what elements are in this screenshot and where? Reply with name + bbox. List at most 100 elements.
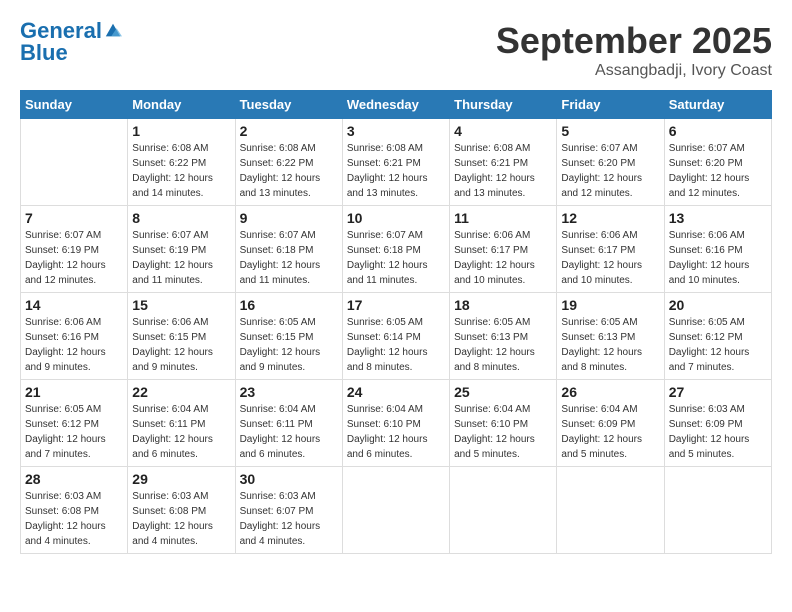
day-number: 1 [132, 123, 230, 139]
header-day: Tuesday [235, 91, 342, 119]
day-number: 24 [347, 384, 445, 400]
calendar-cell: 7Sunrise: 6:07 AM Sunset: 6:19 PM Daylig… [21, 206, 128, 293]
day-number: 15 [132, 297, 230, 313]
header-day: Wednesday [342, 91, 449, 119]
calendar-cell: 12 Sunrise: 6:06 AM Sunset: 6:17 PM Dayli… [557, 206, 664, 293]
day-number: 12 [561, 210, 659, 226]
calendar-cell: 26 Sunrise: 6:04 AM Sunset: 6:09 PM Dayli… [557, 380, 664, 467]
calendar-cell: 24 Sunrise: 6:04 AM Sunset: 6:10 PM Dayli… [342, 380, 449, 467]
calendar-cell: 5Sunrise: 6:07 AM Sunset: 6:20 PM Daylig… [557, 119, 664, 206]
day-info: Sunrise: 6:08 AM Sunset: 6:21 PM Dayligh… [454, 141, 552, 201]
day-info: Sunrise: 6:06 AM Sunset: 6:16 PM Dayligh… [669, 228, 767, 288]
day-number: 18 [454, 297, 552, 313]
day-info: Sunrise: 6:06 AM Sunset: 6:17 PM Dayligh… [454, 228, 552, 288]
day-info: Sunrise: 6:07 AM Sunset: 6:19 PM Dayligh… [132, 228, 230, 288]
day-info: Sunrise: 6:03 AM Sunset: 6:08 PM Dayligh… [25, 489, 123, 549]
header-row: SundayMondayTuesdayWednesdayThursdayFrid… [21, 91, 772, 119]
calendar-cell: 22Sunrise: 6:04 AM Sunset: 6:11 PM Dayli… [128, 380, 235, 467]
calendar-cell: 16 Sunrise: 6:05 AM Sunset: 6:15 PM Dayli… [235, 293, 342, 380]
month-title: September 2025 [496, 20, 772, 62]
day-number: 6 [669, 123, 767, 139]
calendar-cell: 2 Sunrise: 6:08 AM Sunset: 6:22 PM Daylig… [235, 119, 342, 206]
day-info: Sunrise: 6:05 AM Sunset: 6:13 PM Dayligh… [454, 315, 552, 375]
day-info: Sunrise: 6:04 AM Sunset: 6:09 PM Dayligh… [561, 402, 659, 462]
day-number: 10 [347, 210, 445, 226]
day-info: Sunrise: 6:03 AM Sunset: 6:09 PM Dayligh… [669, 402, 767, 462]
day-info: Sunrise: 6:05 AM Sunset: 6:12 PM Dayligh… [669, 315, 767, 375]
calendar-cell: 1 Sunrise: 6:08 AM Sunset: 6:22 PM Daylig… [128, 119, 235, 206]
day-number: 2 [240, 123, 338, 139]
day-number: 14 [25, 297, 123, 313]
day-number: 3 [347, 123, 445, 139]
day-info: Sunrise: 6:08 AM Sunset: 6:21 PM Dayligh… [347, 141, 445, 201]
calendar-header: SundayMondayTuesdayWednesdayThursdayFrid… [21, 91, 772, 119]
calendar-cell: 28 Sunrise: 6:03 AM Sunset: 6:08 PM Dayli… [21, 467, 128, 554]
calendar-cell: 11 Sunrise: 6:06 AM Sunset: 6:17 PM Dayli… [450, 206, 557, 293]
day-info: Sunrise: 6:04 AM Sunset: 6:10 PM Dayligh… [347, 402, 445, 462]
day-number: 27 [669, 384, 767, 400]
day-number: 25 [454, 384, 552, 400]
day-info: Sunrise: 6:07 AM Sunset: 6:18 PM Dayligh… [240, 228, 338, 288]
day-number: 7 [25, 210, 123, 226]
day-info: Sunrise: 6:06 AM Sunset: 6:15 PM Dayligh… [132, 315, 230, 375]
calendar-cell: 6 Sunrise: 6:07 AM Sunset: 6:20 PM Daylig… [664, 119, 771, 206]
calendar-cell: 29 Sunrise: 6:03 AM Sunset: 6:08 PM Dayli… [128, 467, 235, 554]
day-number: 19 [561, 297, 659, 313]
day-number: 8 [132, 210, 230, 226]
header-day: Friday [557, 91, 664, 119]
calendar-cell: 17 Sunrise: 6:05 AM Sunset: 6:14 PM Dayli… [342, 293, 449, 380]
day-info: Sunrise: 6:06 AM Sunset: 6:16 PM Dayligh… [25, 315, 123, 375]
logo-line1: General [20, 20, 102, 42]
calendar-row: 21Sunrise: 6:05 AM Sunset: 6:12 PM Dayli… [21, 380, 772, 467]
day-number: 16 [240, 297, 338, 313]
day-info: Sunrise: 6:04 AM Sunset: 6:11 PM Dayligh… [240, 402, 338, 462]
calendar-cell [664, 467, 771, 554]
header-day: Saturday [664, 91, 771, 119]
day-number: 26 [561, 384, 659, 400]
calendar-row: 7 Sunrise: 6:07 AM Sunset: 6:19 PM Daylig… [21, 206, 772, 293]
day-info: Sunrise: 6:07 AM Sunset: 6:20 PM Dayligh… [669, 141, 767, 201]
calendar-row: 1 Sunrise: 6:08 AM Sunset: 6:22 PM Daylig… [21, 119, 772, 206]
calendar-table: SundayMondayTuesdayWednesdayThursdayFrid… [20, 90, 772, 554]
calendar-cell: 21Sunrise: 6:05 AM Sunset: 6:12 PM Dayli… [21, 380, 128, 467]
calendar-cell: 4 Sunrise: 6:08 AM Sunset: 6:21 PM Daylig… [450, 119, 557, 206]
day-number: 28 [25, 471, 123, 487]
day-number: 20 [669, 297, 767, 313]
day-info: Sunrise: 6:08 AM Sunset: 6:22 PM Dayligh… [240, 141, 338, 201]
day-number: 11 [454, 210, 552, 226]
logo-line2: Blue [20, 42, 122, 64]
day-number: 29 [132, 471, 230, 487]
day-info: Sunrise: 6:05 AM Sunset: 6:13 PM Dayligh… [561, 315, 659, 375]
calendar-cell: 13 Sunrise: 6:06 AM Sunset: 6:16 PM Dayli… [664, 206, 771, 293]
calendar-body: 1 Sunrise: 6:08 AM Sunset: 6:22 PM Daylig… [21, 119, 772, 554]
calendar-cell: 14 Sunrise: 6:06 AM Sunset: 6:16 PM Dayli… [21, 293, 128, 380]
day-number: 17 [347, 297, 445, 313]
day-info: Sunrise: 6:05 AM Sunset: 6:14 PM Dayligh… [347, 315, 445, 375]
calendar-cell: 20 Sunrise: 6:05 AM Sunset: 6:12 PM Dayli… [664, 293, 771, 380]
calendar-cell: 9Sunrise: 6:07 AM Sunset: 6:18 PM Daylig… [235, 206, 342, 293]
header-day: Thursday [450, 91, 557, 119]
calendar-cell [342, 467, 449, 554]
calendar-cell: 23 Sunrise: 6:04 AM Sunset: 6:11 PM Dayli… [235, 380, 342, 467]
day-info: Sunrise: 6:03 AM Sunset: 6:08 PM Dayligh… [132, 489, 230, 549]
calendar-cell [450, 467, 557, 554]
day-info: Sunrise: 6:06 AM Sunset: 6:17 PM Dayligh… [561, 228, 659, 288]
day-info: Sunrise: 6:05 AM Sunset: 6:15 PM Dayligh… [240, 315, 338, 375]
day-info: Sunrise: 6:04 AM Sunset: 6:10 PM Dayligh… [454, 402, 552, 462]
logo-icon [104, 22, 122, 40]
calendar-row: 28 Sunrise: 6:03 AM Sunset: 6:08 PM Dayli… [21, 467, 772, 554]
day-info: Sunrise: 6:07 AM Sunset: 6:18 PM Dayligh… [347, 228, 445, 288]
calendar-cell: 8 Sunrise: 6:07 AM Sunset: 6:19 PM Daylig… [128, 206, 235, 293]
day-number: 13 [669, 210, 767, 226]
calendar-cell: 15 Sunrise: 6:06 AM Sunset: 6:15 PM Dayli… [128, 293, 235, 380]
day-number: 30 [240, 471, 338, 487]
day-number: 21 [25, 384, 123, 400]
day-number: 4 [454, 123, 552, 139]
day-info: Sunrise: 6:07 AM Sunset: 6:20 PM Dayligh… [561, 141, 659, 201]
calendar-cell: 10 Sunrise: 6:07 AM Sunset: 6:18 PM Dayli… [342, 206, 449, 293]
day-info: Sunrise: 6:08 AM Sunset: 6:22 PM Dayligh… [132, 141, 230, 201]
calendar-cell: 3 Sunrise: 6:08 AM Sunset: 6:21 PM Daylig… [342, 119, 449, 206]
calendar-cell: 30Sunrise: 6:03 AM Sunset: 6:07 PM Dayli… [235, 467, 342, 554]
day-number: 23 [240, 384, 338, 400]
calendar-cell: 18 Sunrise: 6:05 AM Sunset: 6:13 PM Dayli… [450, 293, 557, 380]
